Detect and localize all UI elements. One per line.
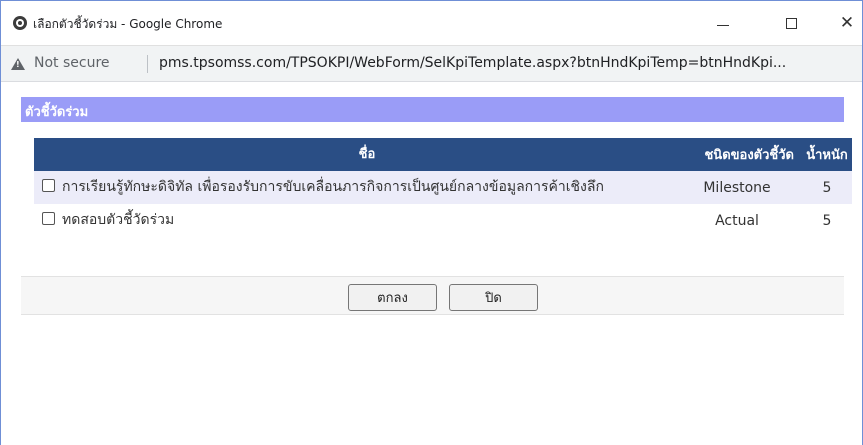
security-status[interactable]: Not secure: [34, 55, 110, 71]
minimize-icon: [717, 24, 729, 26]
row-checkbox-cell: [34, 204, 62, 237]
kpi-weight: 5: [802, 204, 852, 237]
kpi-table: ชื่อ ชนิดของตัวชี้วัด น้ำหนัก การเรียนรู…: [34, 138, 852, 237]
header-kpi-type: ชนิดของตัวชี้วัด: [672, 138, 802, 171]
table-row: การเรียนรู้ทักษะดิจิทัล เพื่อรองรับการขั…: [34, 171, 852, 204]
header-weight: น้ำหนัก: [802, 138, 852, 171]
button-bar: ตกลง ปิด: [21, 276, 844, 315]
row-checkbox-cell: [34, 171, 62, 204]
address-bar: Not secure pms.tpsomss.com/TPSOKPI/WebFo…: [1, 45, 862, 82]
minimize-button[interactable]: [703, 9, 743, 37]
page-content: ตัวชี้วัดร่วม ชื่อ ชนิดของตัวชี้วัด น้ำห…: [1, 83, 862, 445]
header-select: [34, 138, 62, 171]
close-window-button[interactable]: ✕: [827, 9, 863, 37]
kpi-name: การเรียนรู้ทักษะดิจิทัล เพื่อรองรับการขั…: [62, 171, 672, 204]
title-bar: เลือกตัวชี้วัดร่วม - Google Chrome ✕: [1, 1, 862, 45]
table-header-row: ชื่อ ชนิดของตัวชี้วัด น้ำหนัก: [34, 138, 852, 171]
kpi-type: Milestone: [672, 171, 802, 204]
warning-icon[interactable]: [11, 58, 25, 70]
url-text[interactable]: pms.tpsomss.com/TPSOKPI/WebForm/SelKpiTe…: [159, 55, 849, 71]
chrome-icon: [13, 16, 27, 30]
address-separator: [147, 55, 148, 73]
panel-title: ตัวชี้วัดร่วม: [21, 97, 844, 122]
row-checkbox[interactable]: [41, 179, 55, 192]
table-row: ทดสอบตัวชี้วัดร่วม Actual 5: [34, 204, 852, 237]
close-button[interactable]: ปิด: [449, 284, 538, 311]
maximize-button[interactable]: [771, 9, 811, 37]
row-checkbox[interactable]: [41, 212, 55, 225]
browser-popup-window: เลือกตัวชี้วัดร่วม - Google Chrome ✕ Not…: [0, 0, 863, 445]
window-title: เลือกตัวชี้วัดร่วม - Google Chrome: [33, 17, 223, 31]
ok-button[interactable]: ตกลง: [348, 284, 437, 311]
maximize-icon: [785, 17, 797, 29]
kpi-type: Actual: [672, 204, 802, 237]
kpi-weight: 5: [802, 171, 852, 204]
header-name: ชื่อ: [62, 138, 672, 171]
kpi-name: ทดสอบตัวชี้วัดร่วม: [62, 204, 672, 237]
